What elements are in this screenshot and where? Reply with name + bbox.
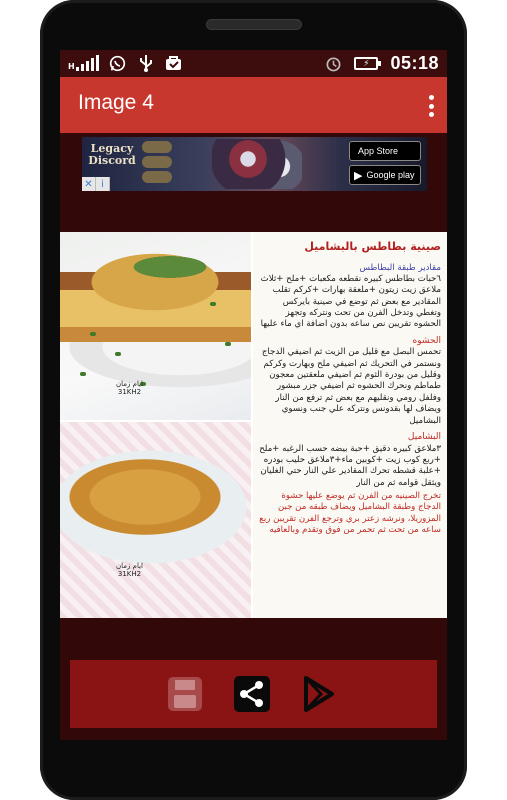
play-store-icon [304,676,334,712]
photo-watermark-bottom: ايام زمان 31KH2 [116,562,143,579]
recipe-section1-heading: مقادير طبقة البطاطس [359,262,441,273]
recipe-text-panel: صينية بطاطس بالبشاميل مقادير طبقة البطاط… [253,232,447,618]
network-type-label: H [68,62,75,71]
recipe-section3-text: ٣ملاعق كبيره دقيق +حبة بيضه حسب الرغبه +… [259,443,441,488]
recipe-section2-text: تحمس البصل مع قليل من الزيت ثم اضيفي الد… [261,347,441,426]
ad-banner[interactable]: Legacy Discord App Store ▶ Google play ✕ … [82,137,427,191]
battery-charging-icon: ⚡ [354,57,382,70]
app-store-button[interactable]: App Store [349,141,421,161]
google-play-icon: ▶ [354,169,363,182]
bottom-action-bar [70,660,437,728]
ad-logo-line2: Discord [88,154,136,168]
app-store-label: App Store [358,146,399,156]
signal-bars-icon [75,55,99,71]
app-toolbar: Image 4 [60,77,447,133]
status-icons-right: ⚡ 05:18 [324,53,439,74]
watermark-bottom-line1: ايام زمان [116,562,143,570]
ad-store-buttons: App Store ▶ Google play [349,141,421,185]
watermark-bottom-line2: 31KH2 [117,570,142,579]
google-play-label: Google play [366,170,415,180]
shopping-bag-icon [165,54,183,72]
alarm-icon [324,55,342,73]
signal-indicator: H [68,55,99,71]
ad-close-icon[interactable]: ✕ [82,177,96,191]
ad-artwork [212,139,302,189]
recipe-section4-text: تخرج الصينيه من الفرن ثم يوضع عليها حشوة… [259,491,441,536]
recipe-section1-text: ٦حبات بطاطس كبيره نقطعه مكعبات +ملح +ثلا… [260,273,441,330]
status-icons-left: H [68,54,183,72]
recipe-title: صينية بطاطس بالبشاميل [304,240,441,253]
app-screen: H ⚡ 05:18 Image 4 Legacy Discord App Sto… [60,50,447,740]
whatsapp-icon [109,54,127,72]
ad-hero-portraits [142,141,172,183]
save-button[interactable] [165,674,205,714]
save-icon [168,677,202,711]
usb-icon [137,54,155,72]
google-play-button[interactable]: ▶ Google play [349,165,421,185]
photo-watermark-top: ايام زمان 31KH2 [116,380,143,397]
status-time: 05:18 [390,53,439,73]
watermark-top-line1: ايام زمان [116,380,143,388]
recipe-section2-heading: الحشوه [412,335,441,346]
ad-game-logo: Legacy Discord [86,142,138,168]
overflow-menu-icon[interactable] [427,95,435,117]
watermark-top-line2: 31KH2 [117,388,142,397]
ad-info-icon[interactable]: i [96,177,110,191]
toolbar-title: Image 4 [78,91,154,114]
play-store-button[interactable] [298,674,338,714]
share-button[interactable] [232,674,272,714]
recipe-image[interactable]: ايام زمان 31KH2 ايام زمان 31KH2 صينية بط… [60,232,447,618]
share-icon [234,676,270,712]
status-bar: H ⚡ 05:18 [60,50,447,77]
dish-photo-top: ايام زمان 31KH2 [60,232,251,420]
recipe-section3-heading: البشاميل [407,431,441,442]
phone-speaker [206,19,302,30]
recipe-photos: ايام زمان 31KH2 ايام زمان 31KH2 [60,232,251,618]
dish-photo-bottom: ايام زمان 31KH2 [60,422,251,618]
ad-badges: ✕ i [82,177,110,191]
